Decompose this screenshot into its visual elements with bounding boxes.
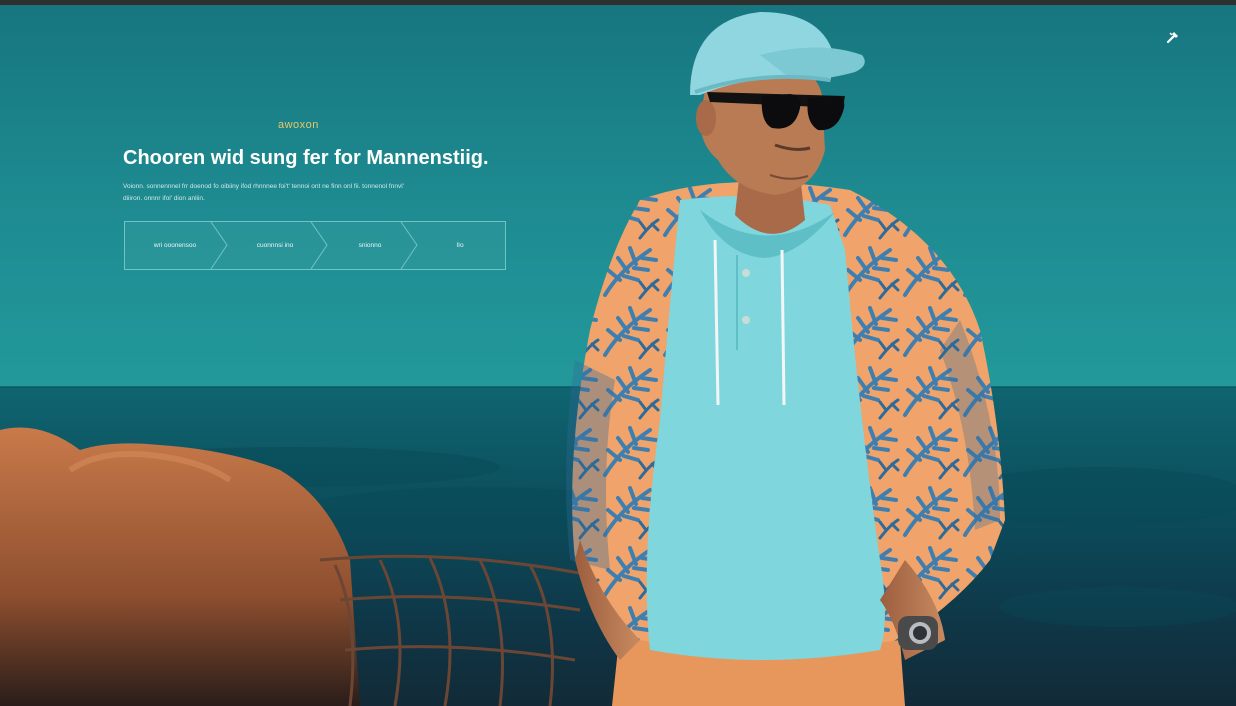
step-label: wri ooonensoo xyxy=(153,242,197,249)
step-4[interactable]: IIo xyxy=(415,222,505,269)
wrench-icon-glyph xyxy=(1166,32,1178,44)
hero-image xyxy=(0,12,1005,706)
eyebrow-label: awoxon xyxy=(278,119,319,131)
step-label: IIo xyxy=(456,242,464,249)
steps-bar: wri ooonensoo cuonnnsi ino snionno IIo xyxy=(124,221,506,270)
step-1[interactable]: wri ooonensoo xyxy=(125,222,228,269)
page-title: Chooren wid sung fer for Mannenstiig. xyxy=(123,147,489,169)
basket-net xyxy=(319,554,591,706)
step-label: snionno xyxy=(358,242,382,249)
hero-description: Voionn. sonnennnel frr doenod fo oibiiny… xyxy=(123,183,404,202)
step-3[interactable]: snionno xyxy=(325,222,418,269)
wrench-icon[interactable] xyxy=(1164,28,1182,46)
ear xyxy=(696,100,716,136)
step-2[interactable]: cuonnnsi ino xyxy=(225,222,328,269)
rock-formation xyxy=(0,427,360,706)
step-label: cuonnnsi ino xyxy=(256,242,294,249)
